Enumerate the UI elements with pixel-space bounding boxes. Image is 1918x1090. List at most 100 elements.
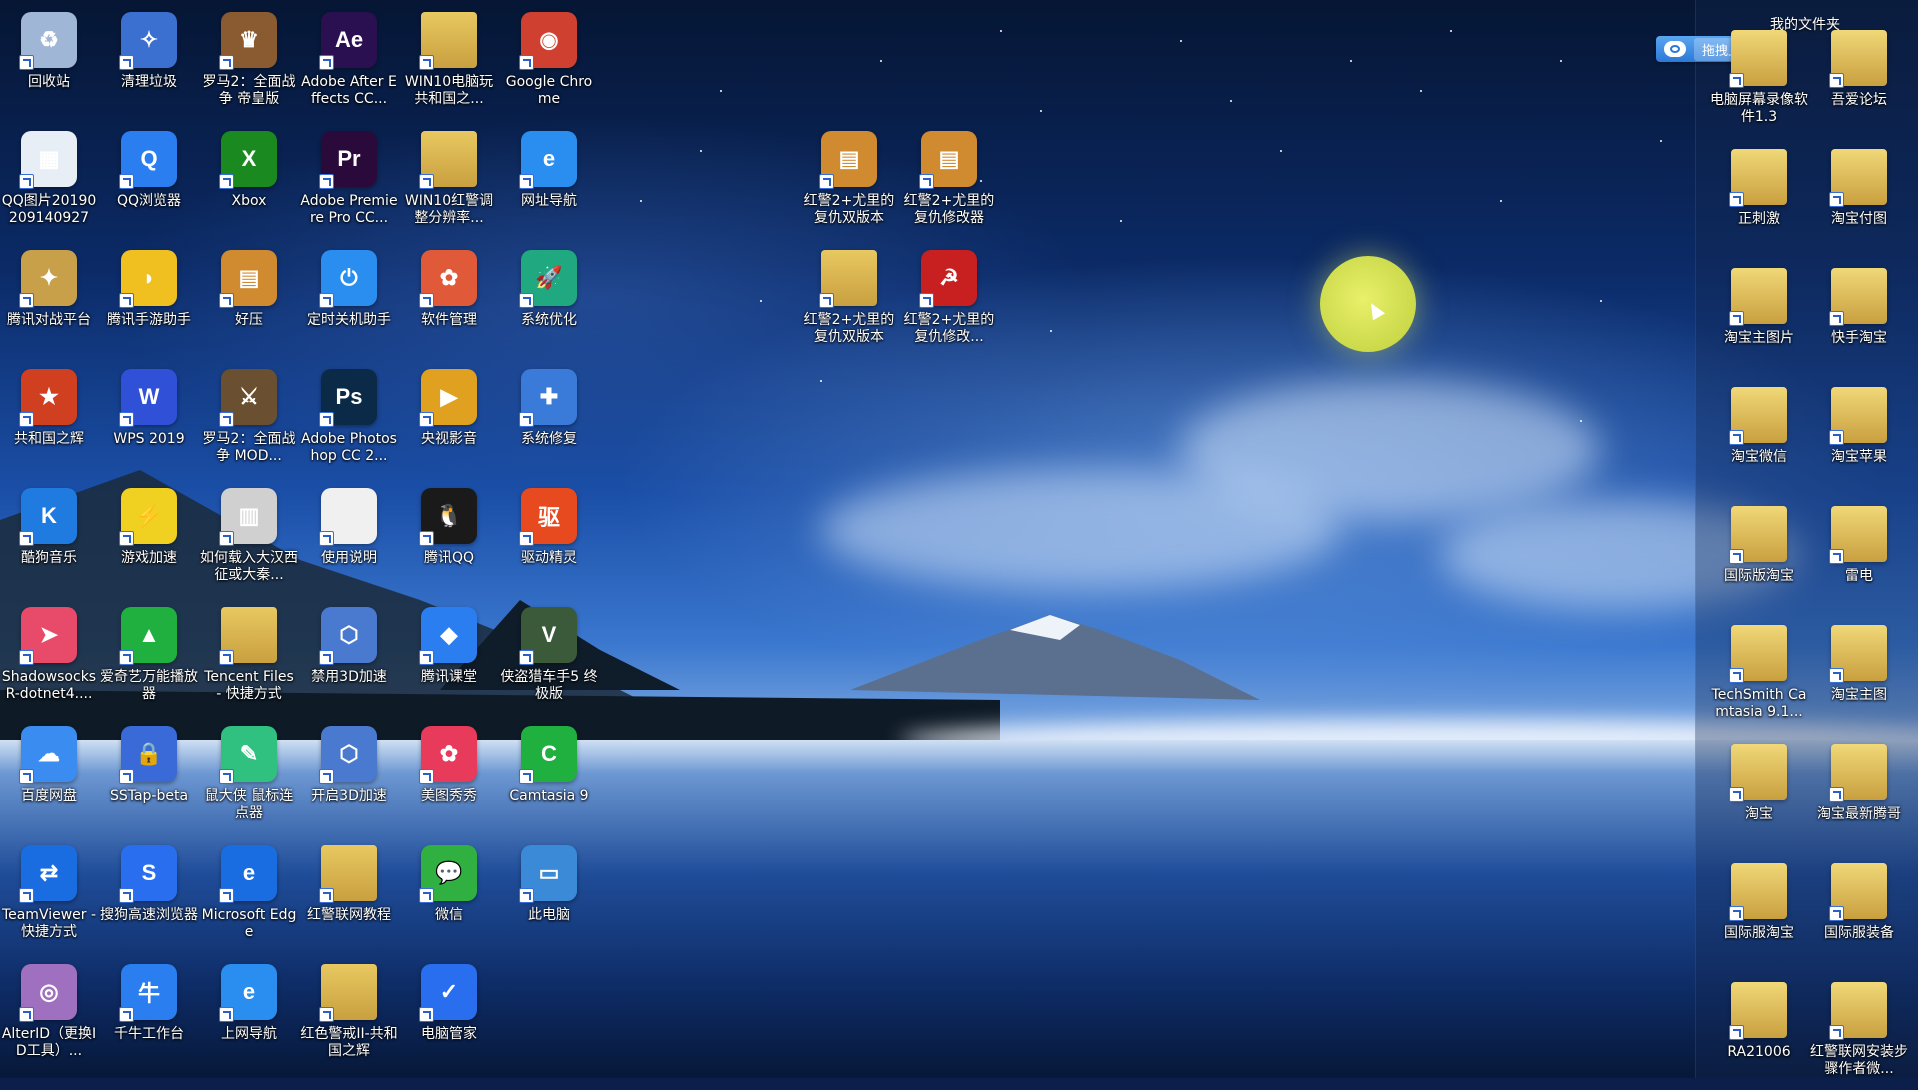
desktop-icon[interactable]: ⚡ 游戏加速 — [100, 480, 198, 596]
desktop-icon[interactable]: ▤ 红警2+尤里的复仇双版本 — [800, 123, 898, 239]
desktop-icon[interactable]: Ps Adobe Photoshop CC 2... — [300, 361, 398, 477]
desktop-icon[interactable]: ⬡ 禁用3D加速 — [300, 599, 398, 715]
desktop-icon[interactable]: ⏻ 定时关机助手 — [300, 242, 398, 358]
desktop-icon[interactable]: ◆ 腾讯课堂 — [400, 599, 498, 715]
desktop-icon[interactable]: ★ 共和国之辉 — [0, 361, 98, 477]
desktop-icon[interactable]: 💬 微信 — [400, 837, 498, 953]
panel-folder-item[interactable]: 淘宝 — [1710, 736, 1808, 852]
panel-folder-item[interactable]: 淘宝最新腾哥 — [1810, 736, 1908, 852]
panel-folder-item[interactable]: 淘宝微信 — [1710, 379, 1808, 495]
desktop-icon[interactable]: X Xbox — [200, 123, 298, 239]
meitu-icon: ✿ — [419, 726, 477, 784]
folder-icon — [1829, 982, 1887, 1040]
panel-folder-item[interactable]: 淘宝苹果 — [1810, 379, 1908, 495]
desktop-icon[interactable]: e 网址导航 — [500, 123, 598, 239]
desktop-icon[interactable]: ✚ 系统修复 — [500, 361, 598, 477]
desktop-icon[interactable]: 牛千牛工作台 — [100, 956, 198, 1072]
desktop-icon[interactable]: K 酷狗音乐 — [0, 480, 98, 596]
desktop-icon[interactable]: C Camtasia 9 — [500, 718, 598, 834]
panel-folder-item[interactable]: 红警联网安装步骤作者微... — [1810, 974, 1908, 1090]
desktop-icon[interactable]: ☁ 百度网盘 — [0, 718, 98, 834]
desktop-icon[interactable]: Ae Adobe After Effects CC... — [300, 4, 398, 120]
desktop-icon[interactable]: V 侠盗猎车手5 终极版 — [500, 599, 598, 715]
desktop-icon[interactable]: ⚔ 罗马2：全面战争 MOD... — [200, 361, 298, 477]
desktop-icon[interactable]: WIN10电脑玩共和国之... — [400, 4, 498, 120]
desktop-icon[interactable]: ▶ 央视影音 — [400, 361, 498, 477]
star — [640, 200, 642, 202]
desktop-icon[interactable]: ◉ Google Chrome — [500, 4, 598, 120]
panel-folder-item[interactable]: 国际服淘宝 — [1710, 855, 1808, 971]
desktop-icon[interactable]: ◎ AlterID（更换ID工具）... — [0, 956, 98, 1072]
shortcut-arrow-icon — [519, 55, 534, 70]
panel-folder-item[interactable]: 淘宝主图片 — [1710, 260, 1808, 376]
ie-icon: e — [519, 131, 577, 189]
desktop-icon[interactable]: 使用说明 — [300, 480, 398, 596]
panel-folder-item[interactable]: RA21006 — [1710, 974, 1808, 1090]
desktop-icon[interactable]: ◗ 腾讯手游助手 — [100, 242, 198, 358]
desktop-icon[interactable]: e Microsoft Edge — [200, 837, 298, 953]
desktop-icon[interactable]: Q QQ浏览器 — [100, 123, 198, 239]
desktop-icon[interactable]: WIN10红警调整分辨率... — [400, 123, 498, 239]
desktop-icon-label: 雷电 — [1845, 568, 1873, 584]
desktop-icon[interactable]: 红警2+尤里的复仇双版本 — [800, 242, 898, 358]
desktop-icon[interactable]: ▦ QQ图片20190209140927 — [0, 123, 98, 239]
desktop-icon[interactable]: ▭ 此电脑 — [500, 837, 598, 953]
desktop-icon[interactable]: 红警联网教程 — [300, 837, 398, 953]
desktop-icon[interactable]: ⬡ 开启3D加速 — [300, 718, 398, 834]
folder-icon — [419, 12, 477, 70]
desktop-icon[interactable]: ✧ 清理垃圾 — [100, 4, 198, 120]
desktop-icon[interactable]: W WPS 2019 — [100, 361, 198, 477]
desktop-icon[interactable]: ⇄ TeamViewer - 快捷方式 — [0, 837, 98, 953]
desktop-icon[interactable]: ♻ 回收站 — [0, 4, 98, 120]
after-effects-icon: Ae — [319, 12, 377, 70]
desktop-icon[interactable]: ☭ 红警2+尤里的复仇修改... — [900, 242, 998, 358]
desktop-icon[interactable]: ✓ 电脑管家 — [400, 956, 498, 1072]
desktop-icon[interactable]: ✦ 腾讯对战平台 — [0, 242, 98, 358]
desktop-icon[interactable]: ▤ 好压 — [200, 242, 298, 358]
desktop-icon[interactable]: 红色警戒II-共和国之辉 — [300, 956, 398, 1072]
shortcut-arrow-icon — [219, 650, 234, 665]
shortcut-arrow-icon — [519, 769, 534, 784]
desktop-icon[interactable]: ✎ 鼠大侠 鼠标连点器 — [200, 718, 298, 834]
desktop-icon[interactable]: 🚀 系统优化 — [500, 242, 598, 358]
panel-folder-item[interactable]: 国际服装备 — [1810, 855, 1908, 971]
desktop-icon[interactable]: 🐧 腾讯QQ — [400, 480, 498, 596]
panel-folder-item[interactable]: 电脑屏幕录像软件1.3 — [1710, 22, 1808, 138]
panel-folder-item[interactable]: 正刺激 — [1710, 141, 1808, 257]
panel-folder-item[interactable]: 国际版淘宝 — [1710, 498, 1808, 614]
panel-folder-item[interactable]: 淘宝主图 — [1810, 617, 1908, 733]
desktop-icon[interactable]: 驱驱动精灵 — [500, 480, 598, 596]
star — [1040, 110, 1042, 112]
desktop-icon[interactable]: S 搜狗高速浏览器 — [100, 837, 198, 953]
panel-folder-item[interactable]: 淘宝付图 — [1810, 141, 1908, 257]
pc-manager-icon: ✓ — [419, 964, 477, 1022]
xbox-icon: X — [219, 131, 277, 189]
shortcut-arrow-icon — [519, 650, 534, 665]
teamviewer-icon: ⇄ — [19, 845, 77, 903]
shortcut-arrow-icon — [519, 412, 534, 427]
desktop-icon[interactable]: ▲ 爱奇艺万能播放器 — [100, 599, 198, 715]
shortcut-arrow-icon — [819, 174, 834, 189]
desktop-icon-label: 回收站 — [28, 74, 70, 90]
desktop-icon[interactable]: ➤ Shadowsocks R-dotnet4.... — [0, 599, 98, 715]
desktop-icon[interactable]: ▤ 红警2+尤里的复仇修改器 — [900, 123, 998, 239]
desktop-icon[interactable]: Pr Adobe Premiere Pro CC... — [300, 123, 398, 239]
desktop-icon[interactable]: ♛ 罗马2：全面战争 帝皇版 — [200, 4, 298, 120]
desktop-icon-label: 国际服装备 — [1824, 925, 1894, 941]
folder-icon — [319, 964, 377, 1022]
shortcut-arrow-icon — [519, 293, 534, 308]
desktop-icon[interactable]: ▥ 如何载入大汉西征或大秦... — [200, 480, 298, 596]
tencent-mobile-game-icon: ◗ — [119, 250, 177, 308]
desktop-icon[interactable]: ✿ 美图秀秀 — [400, 718, 498, 834]
panel-folder-item[interactable]: TechSmith Camtasia 9.1... — [1710, 617, 1808, 733]
desktop-icon[interactable]: Tencent Files - 快捷方式 — [200, 599, 298, 715]
desktop-icon[interactable]: 🔒 SSTap-beta — [100, 718, 198, 834]
desktop-icon[interactable]: e 上网导航 — [200, 956, 298, 1072]
panel-folder-item[interactable]: 雷电 — [1810, 498, 1908, 614]
desktop-icon[interactable]: ✿ 软件管理 — [400, 242, 498, 358]
panel-folder-item[interactable]: 快手淘宝 — [1810, 260, 1908, 376]
panel-folder-item[interactable]: 吾爱论坛 — [1810, 22, 1908, 138]
enable-3d-icon: ⬡ — [319, 726, 377, 784]
shortcut-arrow-icon — [319, 888, 334, 903]
shortcut-arrow-icon — [319, 412, 334, 427]
